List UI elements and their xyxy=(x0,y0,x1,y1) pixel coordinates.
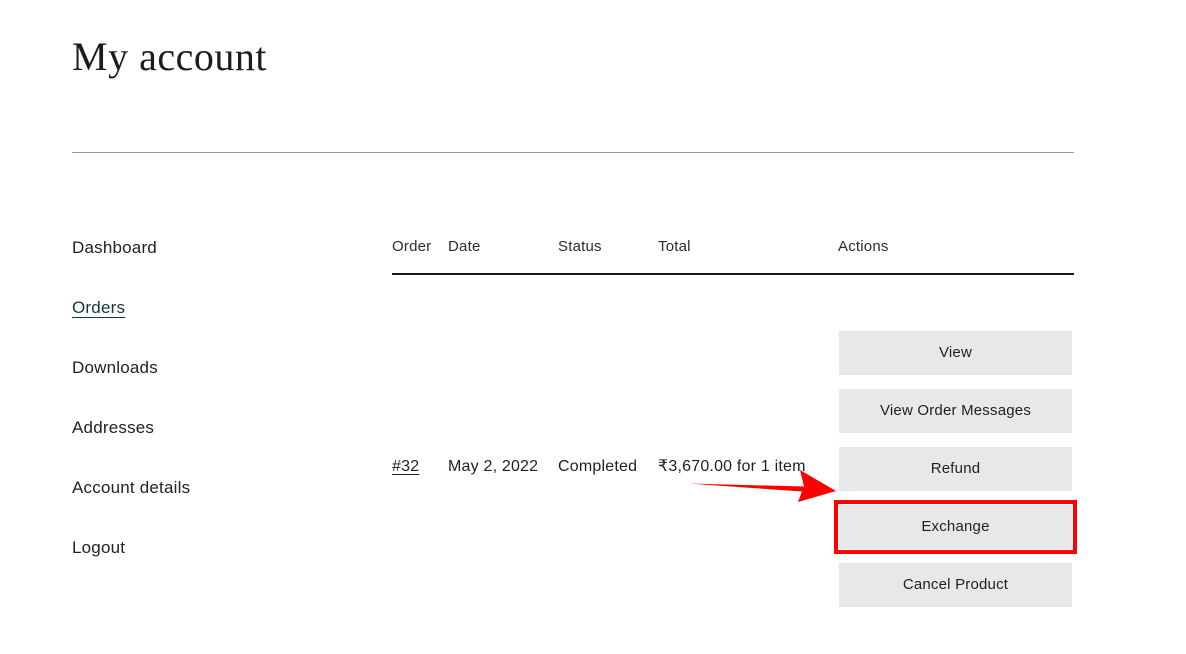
sidebar-item-downloads[interactable]: Downloads xyxy=(72,356,158,380)
order-actions-cell: View View Order Messages Refund Exchange… xyxy=(834,331,1077,621)
orders-table: Order Date Status Total Actions #32 May … xyxy=(392,236,1077,607)
header-divider xyxy=(72,152,1074,153)
account-navigation: Dashboard Orders Downloads Addresses Acc… xyxy=(72,236,352,596)
sidebar-item-dashboard[interactable]: Dashboard xyxy=(72,236,157,260)
view-order-messages-button[interactable]: View Order Messages xyxy=(839,389,1072,433)
order-status-cell: Completed xyxy=(558,458,638,475)
sidebar-item-addresses[interactable]: Addresses xyxy=(72,416,154,440)
exchange-button[interactable]: Exchange xyxy=(834,500,1077,554)
orders-table-header: Order Date Status Total Actions xyxy=(392,236,1074,275)
column-header-order: Order xyxy=(392,238,432,255)
table-row: #32 May 2, 2022 Completed ₹3,670.00 for … xyxy=(392,275,1077,607)
order-date-cell: May 2, 2022 xyxy=(448,458,539,475)
sidebar-item-orders[interactable]: Orders xyxy=(72,296,125,320)
cancel-product-button[interactable]: Cancel Product xyxy=(839,563,1072,607)
order-number-link[interactable]: #32 xyxy=(392,458,419,475)
page-title: My account xyxy=(72,33,267,79)
column-header-actions: Actions xyxy=(838,238,889,255)
column-header-total: Total xyxy=(658,238,691,255)
column-header-status: Status xyxy=(558,238,602,255)
order-number-cell: #32 xyxy=(392,456,419,478)
sidebar-item-logout[interactable]: Logout xyxy=(72,536,125,560)
refund-button[interactable]: Refund xyxy=(839,447,1072,491)
view-button[interactable]: View xyxy=(839,331,1072,375)
column-header-date: Date xyxy=(448,238,481,255)
order-total-cell: ₹3,670.00 for 1 item xyxy=(658,458,806,475)
sidebar-item-account-details[interactable]: Account details xyxy=(72,476,190,500)
